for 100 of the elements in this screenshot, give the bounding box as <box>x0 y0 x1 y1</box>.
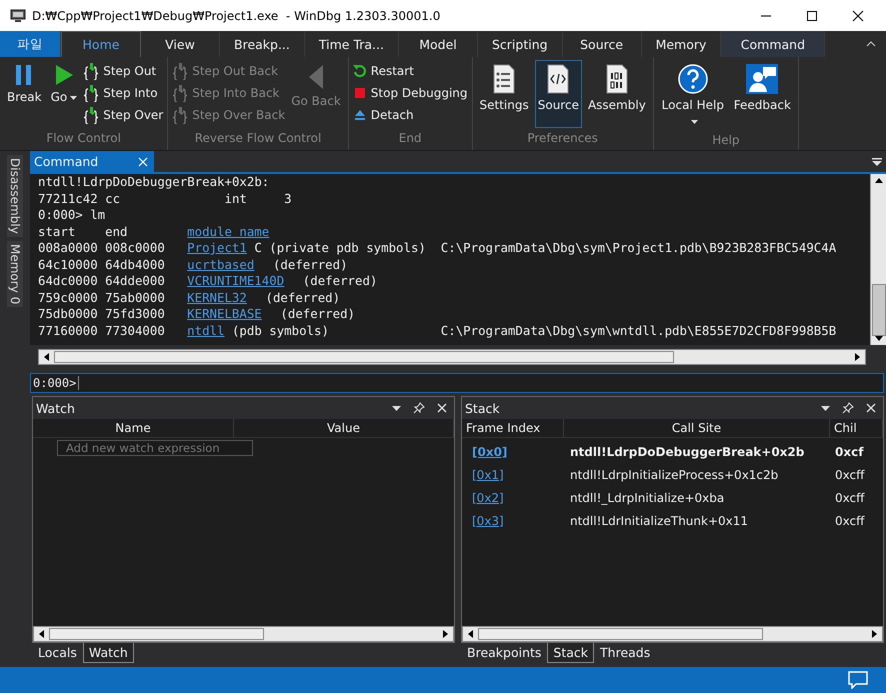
ribbon-button[interactable]: Go <box>48 60 80 128</box>
table-cell-text: ntdll!LdrInitializeThunk+0x11 <box>569 514 750 528</box>
ribbon-button[interactable]: Step Out <box>83 62 164 80</box>
output-cell-text: 759c0000 <box>38 290 99 306</box>
output-cell-text: 64dc0000 <box>38 273 99 290</box>
column-header[interactable]: Name <box>33 419 234 437</box>
output-cell: C (private pdb symbols) <box>254 240 426 256</box>
panel-tab[interactable]: Stack <box>547 643 594 663</box>
scroll-right-icon[interactable] <box>855 353 860 361</box>
dropdown-caret-icon[interactable] <box>821 406 830 410</box>
eject-icon <box>352 108 367 122</box>
panel-tab[interactable]: Threads <box>594 643 656 663</box>
pin-icon[interactable] <box>413 402 425 414</box>
output-cell-text: 77160000 <box>38 322 99 339</box>
column-header[interactable]: Frame Index <box>462 419 564 437</box>
module-link[interactable]: KERNEL32 <box>187 290 247 306</box>
output-cell: C:\ProgramData\Dbg\sym\wntdll.pdb\E855E7D2CFD8F998B5B <box>440 322 836 339</box>
group-label: Flow Control <box>45 130 122 147</box>
window-title: D:₩Cpp₩Project1₩Debug₩Project1.exe - WinDbg 1.2303.30001.0 <box>32 8 440 22</box>
panel-menu-icon[interactable] <box>872 158 882 166</box>
help-icon <box>678 64 708 94</box>
scroll-up-icon[interactable] <box>874 178 882 183</box>
ribbon-tab[interactable]: Command <box>721 31 826 57</box>
output-cell-text: 75fd3000 <box>105 306 166 322</box>
column-header[interactable]: Call Site <box>564 419 830 437</box>
panel-tab[interactable]: Watch <box>82 643 134 663</box>
table-cell-text: ntdll!LdrpInitializeProcess+0x1c2b <box>569 468 780 482</box>
ribbon-button[interactable]: Stop Debugging <box>352 84 468 102</box>
close-icon[interactable] <box>852 10 864 22</box>
command-tab[interactable]: Command <box>30 151 154 172</box>
output-cell-text: 77304000 <box>105 322 166 339</box>
module-link[interactable]: ntdll <box>187 322 224 339</box>
ribbon-button[interactable]: Local Help <box>658 60 728 130</box>
column-header[interactable]: Value <box>234 419 454 437</box>
module-link[interactable]: KERNELBASE <box>187 306 262 322</box>
module-link[interactable]: Project1 <box>187 240 247 256</box>
ribbon-tab[interactable]: Home <box>61 31 141 57</box>
ribbon-button[interactable]: Assembly <box>584 60 649 128</box>
frame-link[interactable]: [0x0] <box>472 444 508 458</box>
module-link[interactable]: module name <box>187 224 270 240</box>
watch-input-field[interactable]: Add new watch expression <box>57 440 253 456</box>
scroll-left-icon[interactable] <box>39 630 44 638</box>
step-braces-icon <box>172 62 188 80</box>
output-cell-text: 64c10000 <box>38 256 99 273</box>
table-cell-text: 0xcff <box>834 514 866 528</box>
side-tab[interactable]: Disassembly <box>7 155 23 237</box>
horizontal-scrollbar[interactable] <box>33 626 454 642</box>
prompt-label: 0:000> <box>31 376 80 390</box>
output-cell: (deferred) <box>272 256 348 273</box>
collapse-ribbon-icon[interactable] <box>866 41 876 47</box>
ribbon-button[interactable]: Feedback <box>730 60 794 130</box>
ribbon-button[interactable]: Break <box>4 60 45 128</box>
panel-title: Stack <box>465 400 500 416</box>
command-input[interactable]: 0:000> <box>30 373 884 393</box>
scroll-right-icon[interactable] <box>872 630 877 638</box>
module-link[interactable]: ucrtbased <box>187 256 254 273</box>
table-cell-text: 0xcff <box>834 468 866 482</box>
vertical-scrollbar[interactable] <box>870 174 886 345</box>
maximize-icon[interactable] <box>806 10 818 22</box>
horizontal-scrollbar[interactable] <box>38 349 866 365</box>
chat-bubble-icon[interactable] <box>848 671 868 689</box>
group-label: End <box>398 130 423 147</box>
ribbon-button[interactable]: Detach <box>352 106 468 124</box>
output-cell-text: end <box>105 224 129 240</box>
frame-link[interactable]: [0x3] <box>472 514 504 528</box>
side-tab[interactable]: Memory 0 <box>7 240 23 308</box>
ribbon-button[interactable]: Step Over <box>83 106 164 124</box>
code-document-icon <box>546 64 570 94</box>
ribbon-button[interactable]: Source <box>534 60 582 128</box>
horizontal-scrollbar[interactable] <box>462 626 883 642</box>
panel-tab[interactable]: Locals <box>32 643 83 663</box>
output-line: 0:000> lm <box>38 207 106 224</box>
table-cell-text: 0xcf <box>834 444 865 458</box>
pin-icon[interactable] <box>842 402 854 414</box>
output-cell-text: 64db4000 <box>105 256 166 273</box>
stop-icon <box>352 86 367 100</box>
output-cell-text: 75ab0000 <box>105 290 166 306</box>
module-link[interactable]: VCRUNTIME140D <box>187 273 284 290</box>
group-label: Help <box>711 132 741 149</box>
scroll-left-icon[interactable] <box>44 353 49 361</box>
output-cell-text: 64dde000 <box>105 273 166 290</box>
ribbon-button[interactable]: Settings <box>476 60 532 128</box>
feedback-icon <box>746 64 778 94</box>
step-braces-icon <box>172 84 188 102</box>
scroll-right-icon[interactable] <box>443 630 448 638</box>
ribbon-button[interactable]: Step Into <box>83 84 164 102</box>
output-cell: (deferred) <box>302 273 378 290</box>
ribbon-tab[interactable]: 파일 <box>0 31 61 57</box>
table-cell-text: ntdll!LdrpDoDebuggerBreak+0x2b <box>569 444 806 458</box>
frame-link[interactable]: [0x1] <box>472 468 504 482</box>
output-line: ntdll!LdrpDoDebuggerBreak+0x2b: <box>38 174 270 190</box>
frame-link[interactable]: [0x2] <box>472 490 504 504</box>
output-cell: (deferred) <box>280 306 356 322</box>
play-icon <box>54 64 74 86</box>
scroll-left-icon[interactable] <box>468 630 473 638</box>
dropdown-caret-icon[interactable] <box>392 406 401 410</box>
ribbon-button[interactable]: Restart <box>352 62 468 80</box>
group-label: Preferences <box>526 130 599 147</box>
column-header[interactable]: Chil <box>830 419 883 437</box>
panel-tab[interactable]: Breakpoints <box>461 643 548 663</box>
